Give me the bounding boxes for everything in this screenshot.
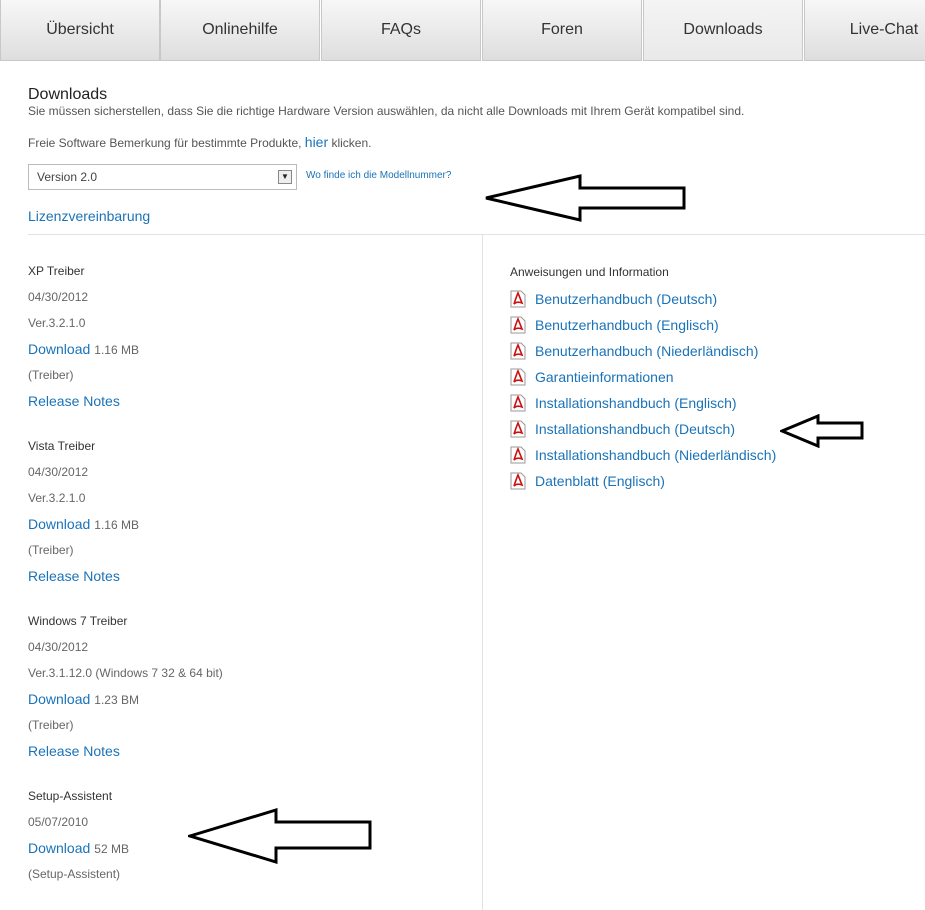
driver-title: Setup-Assistent — [28, 789, 113, 803]
driver-date: 04/30/2012 — [28, 465, 89, 479]
arrow-left-icon — [188, 808, 372, 864]
list-item[interactable]: Benutzerhandbuch (Englisch) — [510, 312, 910, 338]
list-item[interactable]: Garantieinformationen — [510, 364, 910, 390]
file-size: 1.16 MB — [94, 343, 139, 357]
pdf-icon — [510, 316, 526, 334]
dropdown-arrow-icon[interactable]: ▼ — [278, 170, 292, 184]
tab-uebersicht[interactable]: Übersicht — [0, 0, 160, 61]
list-item[interactable]: Benutzerhandbuch (Deutsch) — [510, 286, 910, 312]
driver-date: 04/30/2012 — [28, 290, 89, 304]
document-link[interactable]: Benutzerhandbuch (Deutsch) — [535, 286, 717, 312]
pdf-icon — [510, 472, 526, 490]
documents-heading: Anweisungen und Information — [510, 265, 669, 279]
driver-type: (Treiber) — [28, 543, 74, 557]
driver-group-xp: XP Treiber 04/30/2012 Ver.3.2.1.0 Downlo… — [28, 258, 468, 414]
version-select-value: Version 2.0 — [37, 170, 98, 184]
list-item[interactable]: Installationshandbuch (Englisch) — [510, 390, 910, 416]
download-link[interactable]: Download — [28, 516, 90, 532]
tab-bar: Übersicht Onlinehilfe FAQs Foren Downloa… — [0, 0, 925, 62]
license-link[interactable]: Lizenzvereinbarung — [28, 208, 150, 224]
download-row: Download 1.23 BM — [28, 686, 468, 712]
document-link[interactable]: Installationshandbuch (Deutsch) — [535, 416, 735, 442]
hint-link[interactable]: hier — [305, 134, 328, 150]
file-size: 1.16 MB — [94, 518, 139, 532]
release-notes-link[interactable]: Release Notes — [28, 388, 468, 414]
tab-label: Übersicht — [46, 21, 114, 38]
driver-version: Ver.3.2.1.0 — [28, 316, 86, 330]
tab-onlinehilfe[interactable]: Onlinehilfe — [160, 0, 320, 61]
tab-label: Live-Chat — [849, 21, 919, 38]
hint-prefix: Freie Software Bemerkung für bestimmte P… — [28, 136, 305, 150]
pdf-icon — [510, 394, 526, 412]
arrow-left-icon — [780, 414, 864, 448]
pdf-icon — [510, 446, 526, 464]
release-notes-link[interactable]: Release Notes — [28, 563, 468, 589]
downloads-panel: Downloads Sie müssen sicherstellen, dass… — [0, 62, 925, 910]
pdf-icon — [510, 290, 526, 308]
tab-label: Downloads — [683, 21, 763, 38]
driver-group-windows7: Windows 7 Treiber 04/30/2012 Ver.3.1.12.… — [28, 608, 468, 764]
pdf-icon — [510, 420, 526, 438]
driver-type: (Treiber) — [28, 368, 74, 382]
driver-date: 04/30/2012 — [28, 640, 89, 654]
tab-live-chat[interactable]: Live-Chat — [804, 0, 925, 61]
document-link[interactable]: Installationshandbuch (Englisch) — [535, 390, 737, 416]
file-size: 1.23 BM — [94, 693, 139, 707]
download-link[interactable]: Download — [28, 840, 90, 856]
driver-list: XP Treiber 04/30/2012 Ver.3.2.1.0 Downlo… — [28, 258, 468, 887]
document-link[interactable]: Benutzerhandbuch (Englisch) — [535, 312, 719, 338]
tab-label: Onlinehilfe — [202, 21, 278, 38]
file-size: 52 MB — [94, 842, 129, 856]
driver-title: Vista Treiber — [28, 439, 96, 453]
divider — [28, 234, 925, 235]
driver-version: Ver.3.1.12.0 (Windows 7 32 & 64 bit) — [28, 666, 223, 680]
driver-title: Windows 7 Treiber — [28, 614, 128, 628]
document-list: Anweisungen und Information Benutzerhand… — [510, 258, 910, 494]
driver-group-vista: Vista Treiber 04/30/2012 Ver.3.2.1.0 Dow… — [28, 433, 468, 589]
list-item[interactable]: Datenblatt (Englisch) — [510, 468, 910, 494]
driver-version: Ver.3.2.1.0 — [28, 491, 86, 505]
pdf-icon — [510, 342, 526, 360]
column-divider — [482, 234, 483, 910]
document-link[interactable]: Installationshandbuch (Niederländisch) — [535, 442, 776, 468]
page-title: Downloads — [28, 86, 108, 103]
document-link[interactable]: Benutzerhandbuch (Niederländisch) — [535, 338, 758, 364]
version-select[interactable]: Version 2.0 ▼ — [28, 164, 297, 190]
arrow-left-icon — [485, 174, 686, 222]
download-link[interactable]: Download — [28, 341, 90, 357]
model-number-link[interactable]: Wo finde ich die Modellnummer? — [306, 170, 451, 181]
tab-foren[interactable]: Foren — [482, 0, 642, 61]
document-link[interactable]: Garantieinformationen — [535, 364, 674, 390]
hint-suffix: klicken. — [328, 136, 372, 150]
download-row: Download 1.16 MB — [28, 511, 468, 537]
release-notes-link[interactable]: Release Notes — [28, 738, 468, 764]
download-link[interactable]: Download — [28, 691, 90, 707]
page-subtitle: Sie müssen sicherstellen, dass Sie die r… — [28, 104, 745, 118]
driver-type: (Setup-Assistent) — [28, 867, 121, 881]
tab-downloads[interactable]: Downloads — [643, 0, 803, 61]
driver-title: XP Treiber — [28, 264, 85, 278]
download-row: Download 1.16 MB — [28, 336, 468, 362]
driver-type: (Treiber) — [28, 718, 74, 732]
document-link[interactable]: Datenblatt (Englisch) — [535, 468, 665, 494]
free-software-hint: Freie Software Bemerkung für bestimmte P… — [28, 134, 372, 150]
list-item[interactable]: Benutzerhandbuch (Niederländisch) — [510, 338, 910, 364]
tab-faqs[interactable]: FAQs — [321, 0, 481, 61]
pdf-icon — [510, 368, 526, 386]
tab-label: Foren — [541, 21, 583, 38]
tab-label: FAQs — [380, 21, 421, 38]
